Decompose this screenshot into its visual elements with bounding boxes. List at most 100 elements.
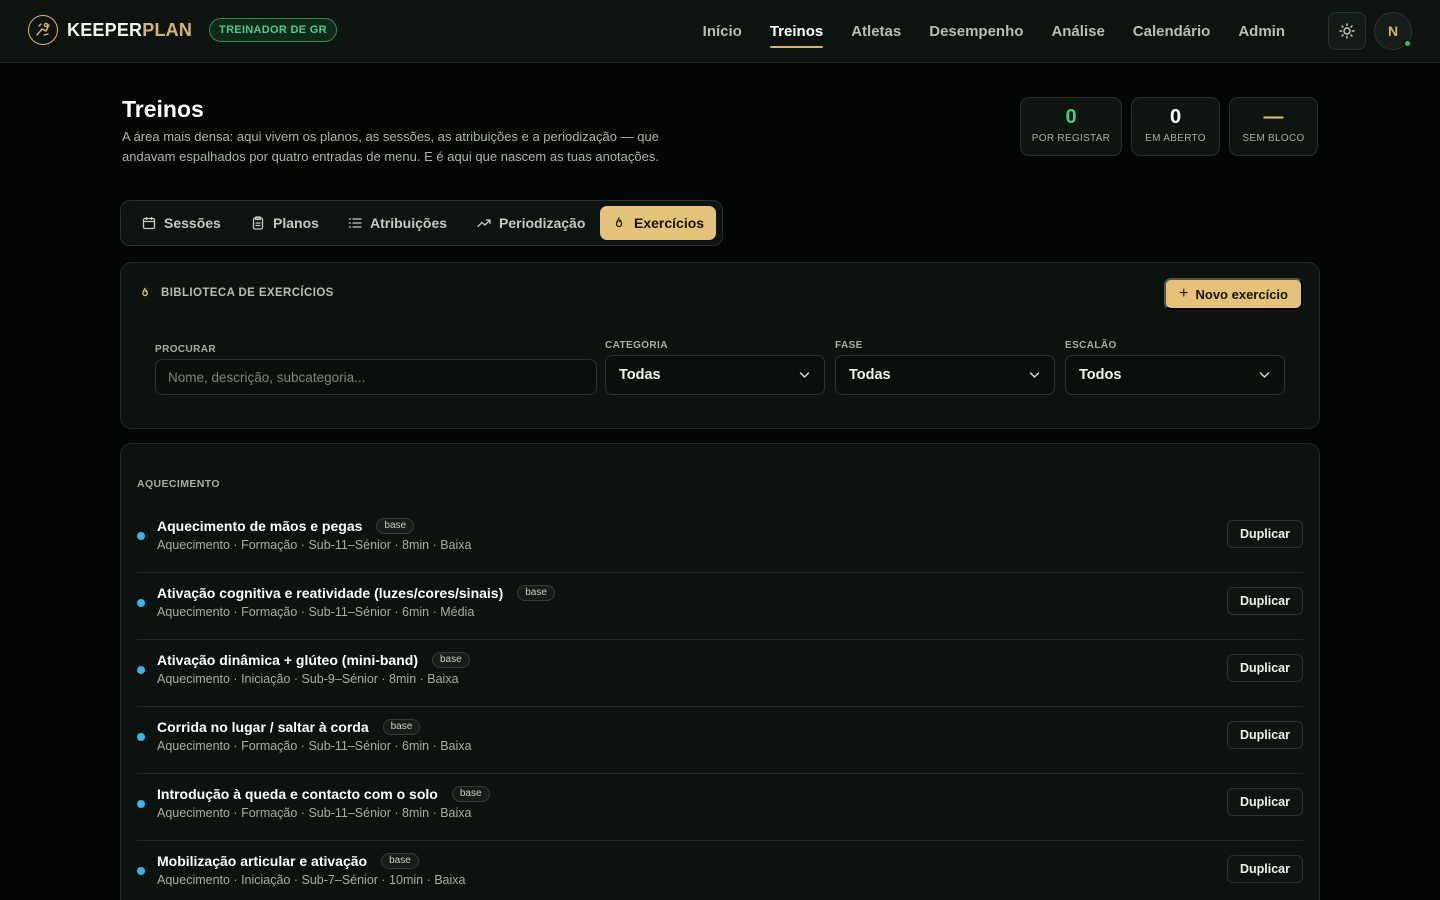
category-value: Todas [619,367,661,383]
exercise-title: Ativação cognitiva e reatividade (luzes/… [157,585,504,601]
list-item[interactable]: Ativação cognitiva e reatividade (luzes/… [137,573,1303,640]
duplicate-button[interactable]: Duplicar [1226,721,1303,749]
tab-periodizacao[interactable]: Periodização [465,206,597,240]
exercise-library-filters: BIBLIOTECA DE EXERCÍCIOS + Novo exercíci… [120,262,1320,429]
search-input[interactable] [155,359,597,395]
theme-toggle-button[interactable] [1328,12,1366,50]
list-item[interactable]: Introdução à queda e contacto com o solo… [137,774,1303,841]
exercise-list: AQUECIMENTO Aquecimento de mãos e pegas … [120,443,1320,900]
stat-label: SEM BLOCO [1242,133,1305,144]
chevron-down-icon [1259,372,1270,378]
phase-label: FASE [835,340,863,351]
phase-value: Todas [849,367,891,383]
new-exercise-label: Novo exercício [1195,286,1289,302]
nav-item-admin[interactable]: Admin [1238,0,1285,63]
brand[interactable]: KEEPERPLAN TREINADOR DE GR [28,15,337,45]
nav-item-atletas[interactable]: Atletas [851,0,901,63]
category-dot [137,800,145,808]
nav-item-calendario[interactable]: Calendário [1133,0,1211,63]
duplicate-button[interactable]: Duplicar [1226,855,1303,883]
base-badge: base [376,518,415,534]
library-title: BIBLIOTECA DE EXERCÍCIOS [161,286,334,299]
group-label: AQUECIMENTO [137,478,220,490]
plus-icon: + [1179,285,1189,302]
nav-item-analise[interactable]: Análise [1051,0,1104,63]
list-icon [348,218,362,228]
exercise-meta: Aquecimento · Formação · Sub-11–Sénior ·… [157,605,475,619]
tab-atribuicoes[interactable]: Atribuições [336,206,459,240]
clipboard-icon [252,216,264,230]
level-select[interactable]: Todos [1065,355,1285,395]
duplicate-button[interactable]: Duplicar [1226,788,1303,816]
chevron-down-icon [1029,372,1040,378]
list-item[interactable]: Corrida no lugar / saltar à corda base A… [137,707,1303,774]
level-label: ESCALÃO [1065,340,1117,351]
list-item[interactable]: Ativação dinâmica + glúteo (mini-band) b… [137,640,1303,707]
tab-exercicios[interactable]: Exercícios [600,206,717,240]
avatar-initial: N [1387,23,1399,39]
base-badge: base [382,719,421,735]
duplicate-button[interactable]: Duplicar [1226,654,1303,682]
user-avatar[interactable]: N [1374,12,1412,50]
category-label: CATEGORIA [605,340,668,351]
exercise-meta: Aquecimento · Formação · Sub-11–Sénior ·… [157,739,472,753]
stat-value: 0 [1065,106,1077,128]
sun-icon [1339,23,1355,39]
tab-label: Sessões [164,215,221,231]
base-badge: base [381,853,419,869]
nav-item-treinos[interactable]: Treinos [769,0,824,63]
new-exercise-button[interactable]: + Novo exercício [1164,278,1303,310]
list-item[interactable]: Mobilização articular e ativação base Aq… [137,841,1303,900]
exercise-title: Aquecimento de mãos e pegas [157,518,363,534]
phase-select[interactable]: Todas [835,355,1055,395]
level-value: Todos [1079,367,1122,383]
stat-sem-bloco: — SEM BLOCO [1229,97,1318,156]
section-tabs: Sessões Planos Atribuições Periodização … [120,200,723,246]
brand-name: KEEPERPLAN [67,19,193,40]
nav-item-inicio[interactable]: Início [703,0,742,63]
calendar-icon [142,217,156,230]
nav-item-desempenho[interactable]: Desempenho [929,0,1023,63]
exercise-title: Mobilização articular e ativação [157,853,368,869]
tab-label: Planos [273,215,319,231]
role-badge: TREINADOR DE GR [209,18,337,42]
trend-up-icon [477,219,491,228]
category-dot [137,733,145,741]
library-header: BIBLIOTECA DE EXERCÍCIOS [139,286,334,299]
exercise-meta: Aquecimento · Iniciação · Sub-7–Sénior ·… [157,873,466,887]
flame-icon [142,287,148,297]
search-label: PROCURAR [155,344,216,355]
goalkeeper-logo-icon [28,15,58,45]
tab-sessoes[interactable]: Sessões [130,206,233,240]
online-status-dot [1403,39,1412,48]
page-title: Treinos [122,96,204,122]
category-dot [137,867,145,875]
duplicate-button[interactable]: Duplicar [1226,520,1303,548]
category-dot [137,532,145,540]
stat-label: EM ABERTO [1145,133,1206,144]
exercise-meta: Aquecimento · Formação · Sub-11–Sénior ·… [157,806,472,820]
stat-value: 0 [1169,106,1182,128]
stat-em-aberto: 0 EM ABERTO [1131,97,1220,156]
exercise-meta: Aquecimento · Formação · Sub-11–Sénior ·… [157,538,472,552]
exercise-meta: Aquecimento · Iniciação · Sub-9–Sénior ·… [157,672,459,686]
page-description: A área mais densa: aqui vivem os planos,… [122,129,659,164]
category-dot [137,599,145,607]
base-badge: base [517,585,555,601]
stat-label: POR REGISTAR [1031,133,1111,144]
tab-label: Exercícios [634,215,705,231]
base-badge: base [451,786,490,802]
base-badge: base [431,652,470,668]
exercise-title: Corrida no lugar / saltar à corda [157,719,369,735]
main-nav: Início Treinos Atletas Desempenho Anális… [675,0,1285,63]
stat-value: — [1263,106,1284,128]
tab-label: Periodização [499,215,586,231]
duplicate-button[interactable]: Duplicar [1226,587,1303,615]
category-dot [137,666,145,674]
list-item[interactable]: Aquecimento de mãos e pegas base Aquecim… [137,506,1303,573]
tab-planos[interactable]: Planos [239,206,331,240]
category-select[interactable]: Todas [605,355,825,395]
exercise-title: Ativação dinâmica + glúteo (mini-band) [157,652,418,668]
flame-icon [615,217,623,228]
exercise-title: Introdução à queda e contacto com o solo [157,786,438,802]
